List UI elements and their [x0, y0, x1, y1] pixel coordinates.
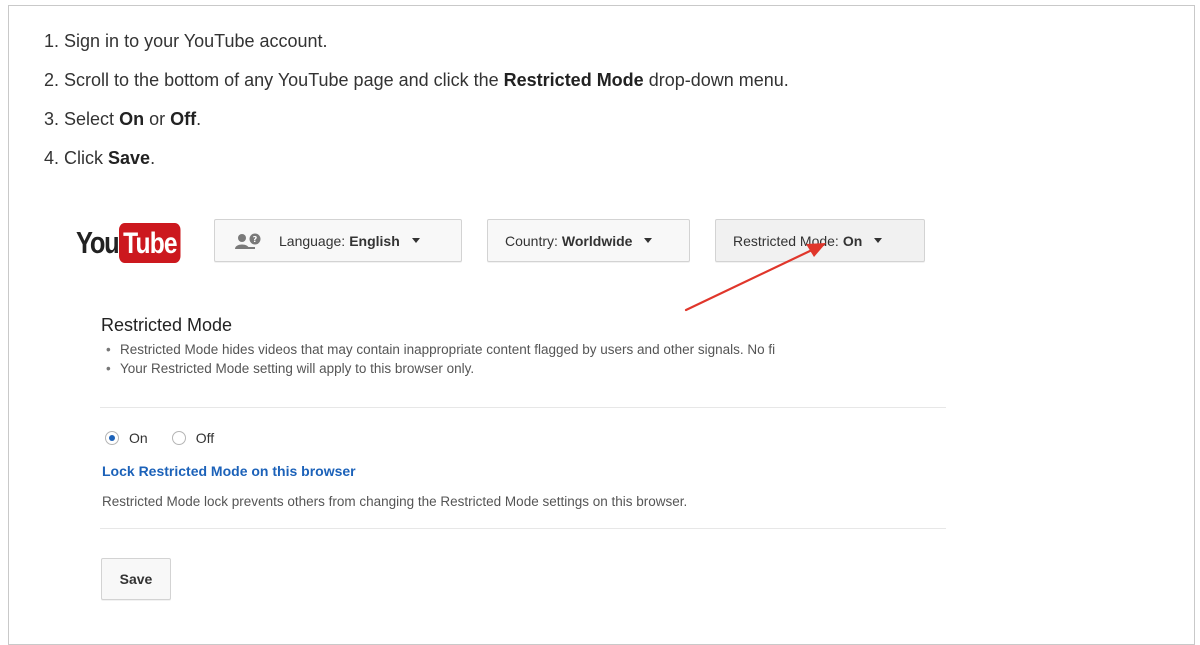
radio-off-label[interactable]: Off — [196, 430, 214, 446]
bullet-item: • Restricted Mode hides videos that may c… — [106, 342, 776, 357]
youtube-logo[interactable]: You Tube — [76, 221, 194, 265]
lock-description: Restricted Mode lock prevents others fro… — [102, 494, 688, 509]
restricted-mode-value: On — [842, 232, 863, 249]
panel-title: Restricted Mode — [101, 315, 233, 335]
caret-down-icon — [411, 238, 420, 243]
divider — [100, 528, 946, 529]
country-label: Country: — [505, 232, 558, 249]
logo-tube-text: Tube — [119, 223, 181, 263]
restricted-mode-button[interactable]: Restricted Mode: On — [715, 219, 925, 262]
lock-restricted-mode-link[interactable]: Lock Restricted Mode on this browser — [102, 463, 356, 479]
language-label: Language: — [279, 232, 346, 249]
language-value: English — [349, 232, 400, 249]
restricted-mode-label: Restricted Mode: — [733, 232, 839, 249]
language-person-icon: ? — [233, 232, 265, 250]
instruction-steps: 1. Sign in to your YouTube account. 2. S… — [44, 32, 789, 188]
radio-off[interactable] — [171, 431, 186, 445]
logo-you-text: You — [76, 225, 120, 260]
country-value: Worldwide — [561, 232, 633, 249]
caret-down-icon — [644, 238, 653, 243]
save-button[interactable]: Save — [101, 558, 171, 600]
description-clip: • Restricted Mode hides videos that may c… — [100, 336, 946, 386]
svg-text:?: ? — [253, 235, 258, 244]
language-button[interactable]: ? Language: English — [214, 219, 462, 262]
bullet-item: • Your Restricted Mode setting will apply… — [106, 361, 475, 376]
radio-on[interactable] — [105, 431, 119, 445]
step-2: 2. Scroll to the bottom of any YouTube p… — [44, 70, 789, 90]
restricted-mode-options: On Off — [105, 430, 214, 446]
description-bullets: • Restricted Mode hides videos that may c… — [106, 340, 775, 378]
step-4: 4. Click Save. — [44, 148, 156, 168]
step-1: 1. Sign in to your YouTube account. — [44, 31, 328, 51]
radio-on-label[interactable]: On — [129, 430, 148, 446]
divider — [100, 407, 946, 408]
step-3: 3. Select On or Off. — [44, 109, 202, 129]
country-button[interactable]: Country: Worldwide — [487, 219, 690, 262]
caret-down-icon — [874, 238, 883, 243]
